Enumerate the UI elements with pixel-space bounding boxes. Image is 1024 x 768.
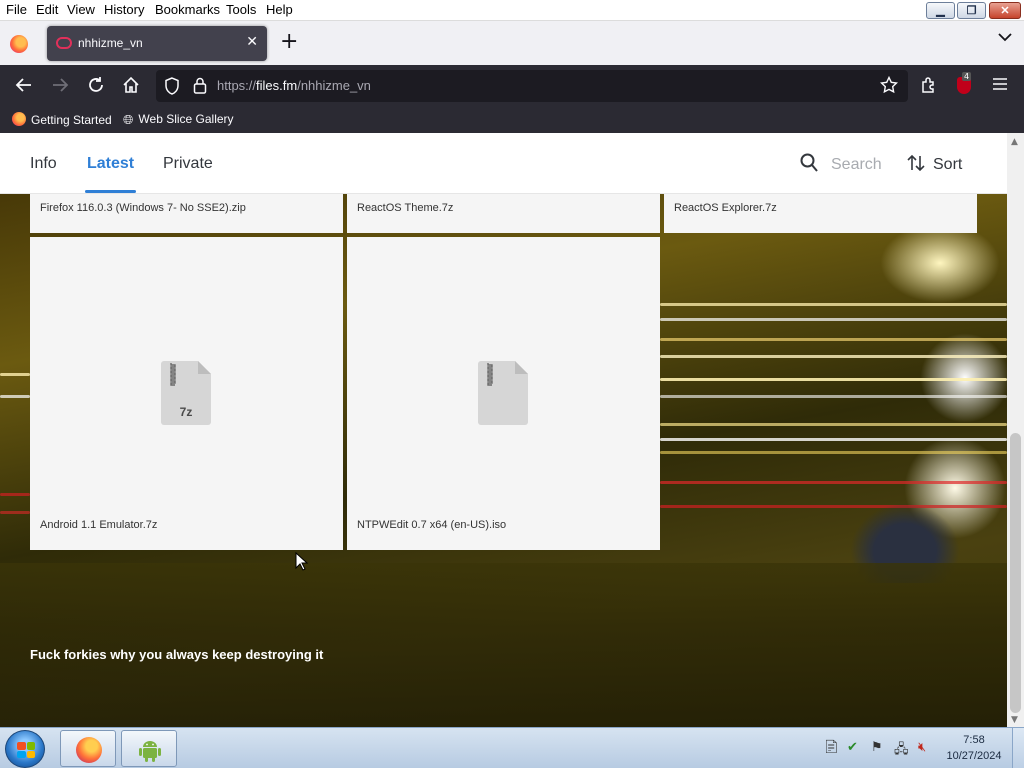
bookmark-web-slice-gallery[interactable]: 🌐︎ Web Slice Gallery xyxy=(123,112,234,128)
nav-latest-label: Latest xyxy=(87,155,135,172)
taskbar-android-button[interactable] xyxy=(121,730,177,767)
url-bar[interactable]: https://files.fm/nhhizme_vn xyxy=(156,70,908,102)
bookmark-label: Web Slice Gallery xyxy=(138,112,234,126)
tray-volume-muted-icon[interactable]: 🔇︎ xyxy=(918,740,926,755)
file-name[interactable]: ReactOS Theme.7z xyxy=(357,202,453,214)
file-card[interactable]: 7z Android 1.1 Emulator.7z xyxy=(30,237,343,550)
tray-clipboard-icon[interactable]: 📄︎ xyxy=(823,740,840,755)
bookmarks-toolbar: Getting Started 🌐︎ Web Slice Gallery xyxy=(0,107,1024,133)
scrollbar-thumb[interactable] xyxy=(1010,433,1021,713)
file-card[interactable]: NTPWEdit 0.7 x64 (en-US).iso xyxy=(347,237,660,550)
windows-logo-icon xyxy=(17,742,35,758)
menu-bar: File Edit View History Bookmarks Tools H… xyxy=(0,0,1024,21)
nav-private[interactable]: Private xyxy=(163,155,213,173)
forward-icon[interactable] xyxy=(51,76,69,94)
menu-file[interactable]: File xyxy=(6,2,27,17)
reload-icon[interactable] xyxy=(87,76,105,94)
file-name[interactable]: Firefox 116.0.3 (Windows 7- No SSE2).zip xyxy=(40,202,246,214)
menu-bookmarks[interactable]: Bookmarks xyxy=(155,2,220,17)
restore-icon: ❐ xyxy=(966,5,977,17)
extensions-puzzle-icon[interactable] xyxy=(920,76,938,94)
tray-flag-icon[interactable]: ⚑ xyxy=(871,740,883,755)
start-button[interactable] xyxy=(5,730,45,768)
minimize-icon: ▁ xyxy=(936,5,945,17)
firefox-icon xyxy=(76,737,102,763)
nav-info[interactable]: Info xyxy=(30,155,57,173)
active-tab-underline xyxy=(85,190,137,193)
show-desktop-button[interactable] xyxy=(1012,728,1024,768)
filesfm-favicon-icon xyxy=(56,37,72,49)
file-card[interactable]: ReactOS Theme.7z xyxy=(347,194,660,233)
tab-active[interactable]: nhhizme_vn ✕ xyxy=(47,26,267,61)
archive-file-icon: 7z xyxy=(161,361,211,425)
clock-time: 7:58 xyxy=(963,734,985,746)
minimize-button[interactable]: ▁ xyxy=(926,2,955,19)
file-name[interactable]: ReactOS Explorer.7z xyxy=(674,202,777,214)
menu-help[interactable]: Help xyxy=(266,2,293,17)
scroll-down-icon[interactable]: ▼ xyxy=(1011,715,1018,725)
sort-button[interactable]: Sort xyxy=(933,156,962,174)
bookmark-getting-started[interactable]: Getting Started xyxy=(12,112,112,127)
navigation-toolbar: https://files.fm/nhhizme_vn 4 xyxy=(0,65,1024,107)
file-name[interactable]: NTPWEdit 0.7 x64 (en-US).iso xyxy=(357,519,506,531)
taskbar: 📄︎ ✔ ⚑ 🖧︎ 🔇︎ 7:58 10/27/2024 xyxy=(0,727,1024,768)
close-window-button[interactable]: ✕ xyxy=(989,2,1021,19)
app-menu-hamburger-icon[interactable] xyxy=(992,77,1008,91)
globe-icon: 🌐︎ xyxy=(123,112,134,127)
android-icon xyxy=(139,741,161,762)
firefox-view-icon[interactable] xyxy=(10,35,28,53)
file-name[interactable]: Android 1.1 Emulator.7z xyxy=(40,519,157,531)
back-icon[interactable] xyxy=(15,76,33,94)
close-icon: ✕ xyxy=(1000,5,1010,17)
file-card[interactable]: Firefox 116.0.3 (Windows 7- No SSE2).zip xyxy=(30,194,343,233)
road xyxy=(0,563,1007,727)
tray-network-icon[interactable]: 🖧︎ xyxy=(894,740,909,762)
url-host: files.fm xyxy=(256,78,298,93)
list-all-tabs-icon[interactable] xyxy=(998,32,1012,42)
taskbar-clock[interactable]: 7:58 10/27/2024 xyxy=(942,732,1006,764)
url-scheme: https:// xyxy=(217,78,257,93)
archive-file-icon xyxy=(478,361,528,425)
tab-title: nhhizme_vn xyxy=(78,36,143,50)
sort-icon[interactable] xyxy=(907,154,925,172)
site-header: Info Latest Private Search Sort xyxy=(0,133,1007,194)
scroll-up-icon[interactable]: ▲ xyxy=(1011,137,1018,147)
ublock-badge: 4 xyxy=(962,72,972,81)
url-path: /nhhizme_vn xyxy=(297,78,371,93)
search-icon[interactable] xyxy=(800,153,818,173)
url-text: https://files.fm/nhhizme_vn xyxy=(217,78,371,93)
vertical-scrollbar[interactable]: ▲ ▼ xyxy=(1007,133,1024,727)
page-content: Info Latest Private Search Sort Firefox … xyxy=(0,133,1024,727)
tray-security-icon[interactable]: ✔ xyxy=(847,740,858,755)
nav-latest[interactable]: Latest xyxy=(85,155,137,193)
tab-strip: nhhizme_vn ✕ + xyxy=(0,21,1024,65)
tab-close-icon[interactable]: ✕ xyxy=(246,34,258,50)
lock-icon[interactable] xyxy=(193,77,207,94)
mouse-cursor-icon xyxy=(295,552,309,571)
new-tab-button[interactable]: + xyxy=(280,31,298,53)
home-icon[interactable] xyxy=(122,76,140,94)
bookmark-star-icon[interactable] xyxy=(880,76,898,94)
menu-history[interactable]: History xyxy=(104,2,144,17)
bookmark-label: Getting Started xyxy=(31,113,112,127)
search-input[interactable]: Search xyxy=(831,156,882,174)
file-card[interactable]: ReactOS Explorer.7z xyxy=(664,194,977,233)
page-message: Fuck forkies why you always keep destroy… xyxy=(30,647,324,662)
taskbar-firefox-button[interactable] xyxy=(60,730,116,767)
tracking-protection-shield-icon[interactable] xyxy=(164,77,180,95)
menu-tools[interactable]: Tools xyxy=(226,2,256,17)
file-type-label: 7z xyxy=(180,405,193,419)
clock-date: 10/27/2024 xyxy=(946,750,1002,762)
restore-button[interactable]: ❐ xyxy=(957,2,986,19)
menu-view[interactable]: View xyxy=(67,2,95,17)
firefox-icon xyxy=(12,112,26,126)
menu-edit[interactable]: Edit xyxy=(36,2,58,17)
